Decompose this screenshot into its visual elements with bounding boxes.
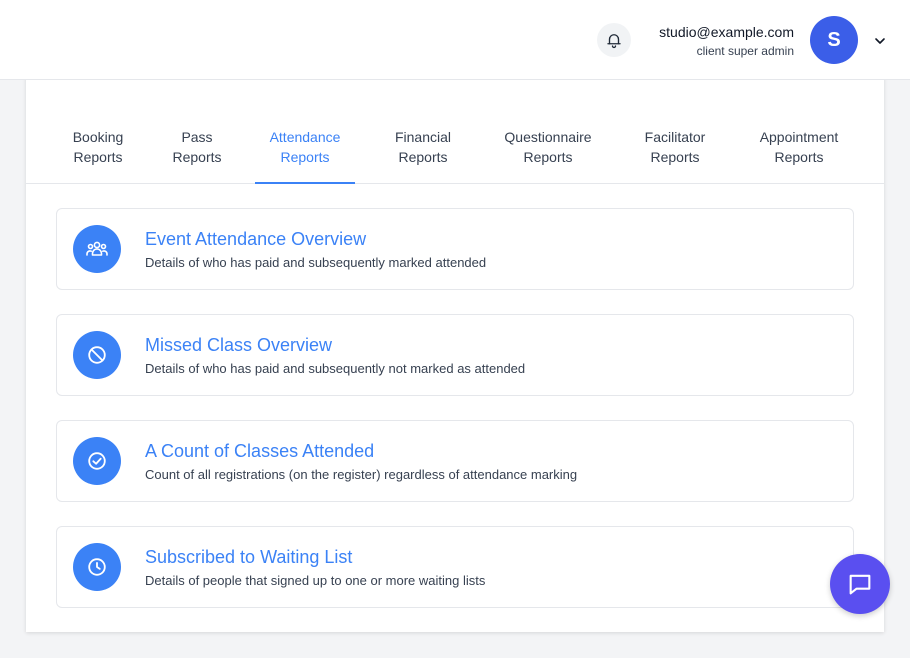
tab-label: Reports — [774, 149, 824, 165]
check-circle-icon — [73, 437, 121, 485]
tab-financial-reports[interactable]: Financial Reports — [384, 120, 462, 183]
ban-icon — [73, 331, 121, 379]
report-subscribed-to-waiting-list[interactable]: Subscribed to Waiting List Details of pe… — [56, 526, 854, 608]
report-count-of-classes-attended[interactable]: A Count of Classes Attended Count of all… — [56, 420, 854, 502]
report-title: Missed Class Overview — [145, 335, 333, 355]
tab-pass-reports[interactable]: Pass Reports — [167, 120, 227, 183]
report-tabs: Booking Reports Pass Reports Attendance … — [26, 120, 884, 184]
report-description: Details of people that signed up to one … — [145, 573, 486, 588]
tab-label: Attendance — [269, 129, 341, 145]
tab-booking-reports[interactable]: Booking Reports — [62, 120, 134, 183]
tab-questionnaire-reports[interactable]: Questionnaire Reports — [495, 120, 601, 183]
user-email: studio@example.com — [659, 24, 794, 40]
report-title: Event Attendance Overview — [145, 229, 367, 249]
tab-label: Reports — [280, 149, 330, 165]
tab-label: Questionnaire — [504, 129, 592, 145]
tab-attendance-reports[interactable]: Attendance Reports — [255, 120, 355, 184]
tab-label: Reports — [172, 149, 222, 165]
tab-facilitator-reports[interactable]: Facilitator Reports — [634, 120, 716, 183]
avatar[interactable]: S — [810, 16, 858, 64]
report-description: Count of all registrations (on the regis… — [145, 467, 578, 482]
top-bar: studio@example.com client super admin S — [0, 0, 910, 80]
notification-bell-icon[interactable] — [597, 23, 631, 57]
tab-appointment-reports[interactable]: Appointment Reports — [748, 120, 850, 183]
tab-label: Booking — [72, 129, 124, 145]
tab-label: Reports — [73, 149, 123, 165]
tab-label: Appointment — [759, 129, 839, 145]
clock-icon — [73, 543, 121, 591]
chevron-down-icon[interactable] — [872, 33, 888, 49]
tab-label: Financial — [394, 129, 452, 145]
chat-button[interactable] — [830, 554, 890, 614]
user-role: client super admin — [696, 44, 794, 58]
tab-label: Reports — [523, 149, 573, 165]
report-title: Subscribed to Waiting List — [145, 547, 353, 567]
tab-label: Pass — [181, 129, 213, 145]
users-group-icon — [73, 225, 121, 273]
tab-label: Reports — [650, 149, 700, 165]
report-missed-class-overview[interactable]: Missed Class Overview Details of who has… — [56, 314, 854, 396]
report-title: A Count of Classes Attended — [145, 441, 375, 461]
report-event-attendance-overview[interactable]: Event Attendance Overview Details of who… — [56, 208, 854, 290]
tab-label: Facilitator — [644, 129, 706, 145]
report-description: Details of who has paid and subsequently… — [145, 255, 487, 270]
report-description: Details of who has paid and subsequently… — [145, 361, 526, 376]
tab-label: Reports — [398, 149, 448, 165]
chat-bubble-icon — [849, 574, 871, 595]
